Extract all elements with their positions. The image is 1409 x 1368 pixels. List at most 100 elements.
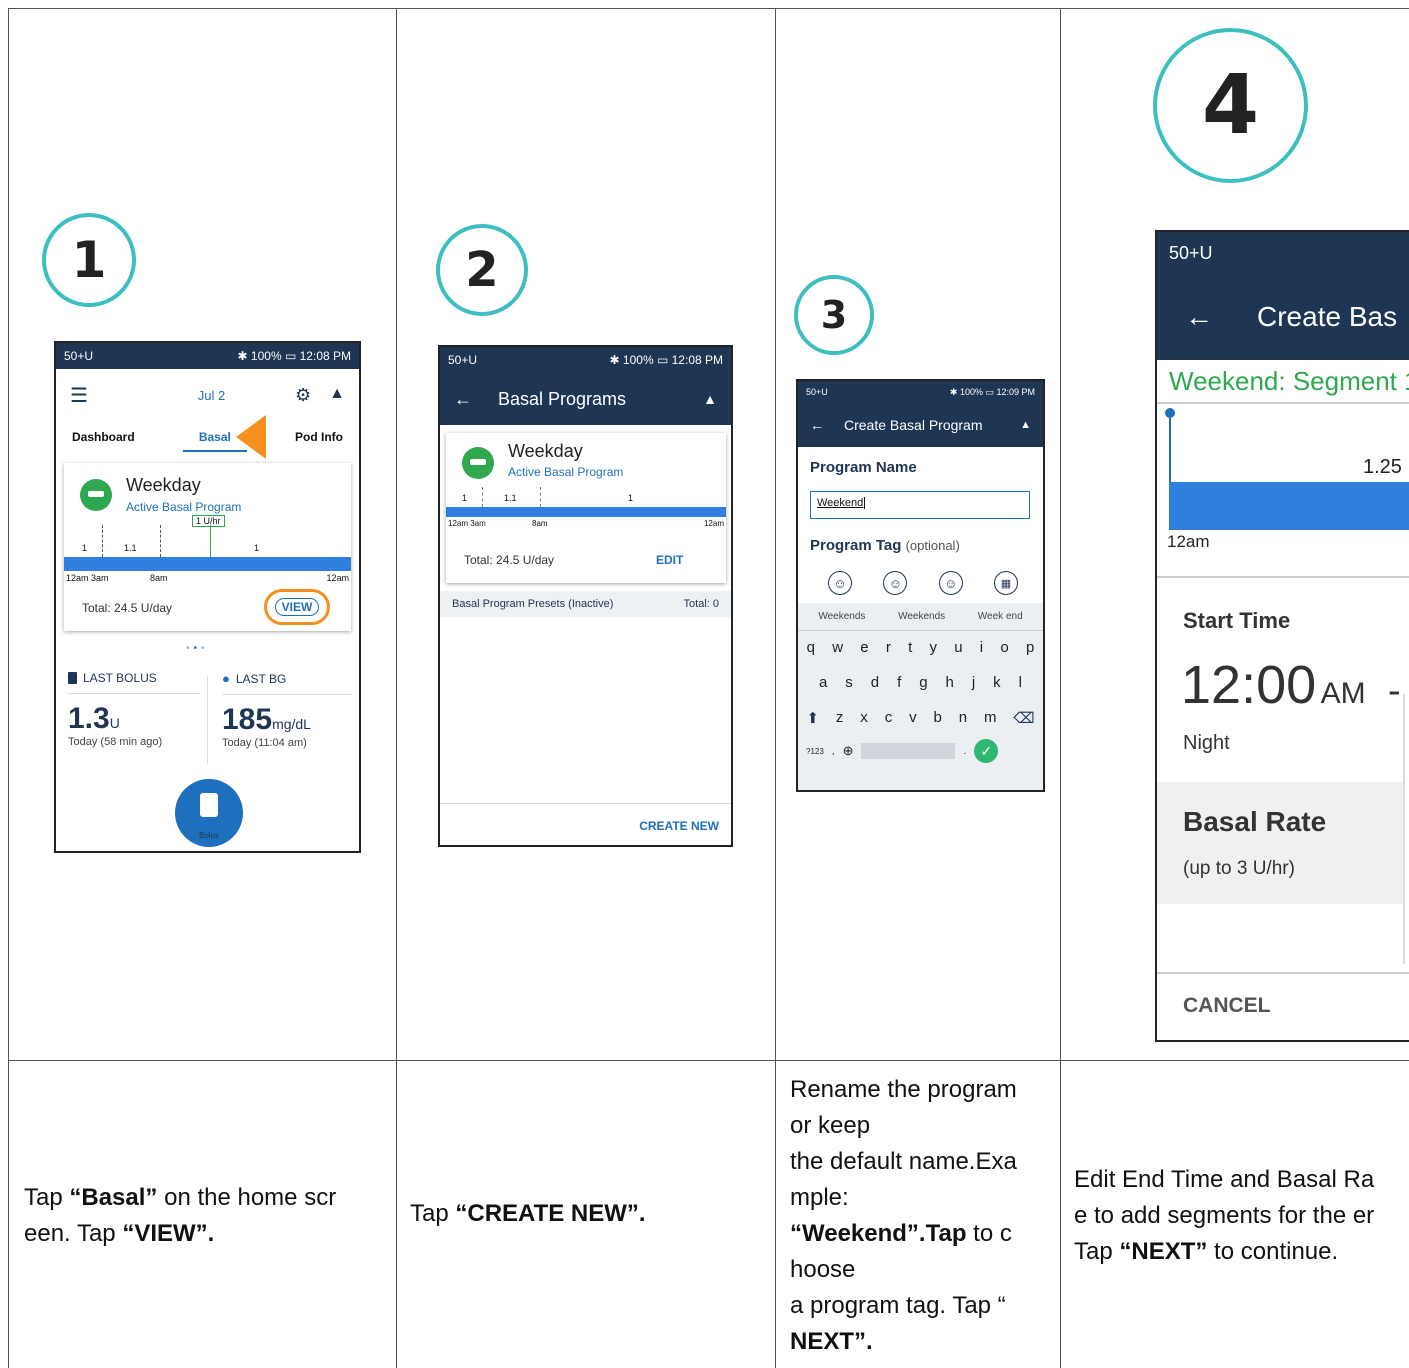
key[interactable]: a — [819, 674, 827, 691]
shift-key-icon[interactable]: ⬆ — [806, 709, 819, 727]
keyboard: Weekends Weekends Week end qwe rtyu io p a s… — [798, 603, 1043, 790]
basal-program-card: Weekday Active Basal Program 1 U/hr 1 1.… — [64, 463, 351, 631]
key[interactable]: g — [919, 674, 927, 691]
phone-screen-basal-programs: 50+U ✱ 100% ▭ 12:08 PM ← Basal Programs … — [438, 345, 733, 847]
key[interactable]: u — [954, 639, 962, 656]
step-3-number: 3 — [794, 275, 874, 355]
bell-icon[interactable]: ▲ — [703, 391, 717, 407]
last-bg-panel: ● LAST BG 185mg/dL Today (11:04 am) — [222, 671, 352, 749]
key[interactable]: k — [993, 674, 1001, 691]
segment-chart-divider — [1157, 576, 1409, 578]
status-right: ✱ 100% ▭ 12:08 PM — [609, 353, 723, 367]
view-button[interactable]: VIEW — [264, 589, 330, 625]
basal-rate-hint: (up to 3 U/hr) — [1183, 858, 1295, 879]
key[interactable]: r — [886, 639, 891, 656]
status-bar: 50+U — [1157, 232, 1409, 274]
key[interactable]: f — [897, 674, 901, 691]
create-new-button[interactable]: CREATE NEW — [639, 819, 719, 833]
key[interactable]: j — [972, 674, 975, 691]
tag-smiley-icon[interactable]: ☺ — [828, 571, 852, 595]
key[interactable]: t — [908, 639, 912, 656]
insulin-vial-icon — [68, 672, 77, 684]
time-label-end: 12am — [703, 519, 724, 528]
last-bolus-unit: U — [109, 715, 120, 731]
pod-status: 50+U — [806, 387, 828, 397]
tag-calendar-icon[interactable]: ▦ — [993, 571, 1018, 595]
bell-icon[interactable]: ▲ — [1020, 419, 1031, 431]
cancel-button[interactable]: CANCEL — [1183, 994, 1271, 1018]
key[interactable]: p — [1026, 639, 1034, 656]
column-divider-1 — [396, 8, 397, 1368]
globe-icon[interactable]: ⊕ — [843, 743, 854, 759]
key[interactable]: m — [984, 709, 997, 727]
menu-icon[interactable]: ☰ — [70, 383, 88, 408]
view-button-label: VIEW — [274, 598, 320, 616]
status-bar: 50+U ✱ 100% ▭ 12:08 PM — [440, 347, 731, 373]
program-name: Weekday — [508, 441, 583, 461]
tab-pod-info[interactable]: Pod Info — [295, 430, 343, 444]
program-tag-title: Program Tag — [810, 537, 902, 554]
suggestion-1[interactable]: Weekends — [818, 611, 865, 622]
key[interactable]: q — [807, 639, 815, 656]
app-bar: ← Basal Programs ▲ — [440, 373, 731, 425]
done-key-icon[interactable]: ✓ — [974, 739, 999, 763]
key[interactable]: w — [832, 639, 843, 656]
step-1-instruction: Tap “Basal” on the home scr een. Tap “VI… — [24, 1184, 337, 1247]
segment-title: Weekend: Segment 1 — [1169, 366, 1409, 396]
back-arrow-icon[interactable]: ← — [454, 389, 472, 410]
suggestion-2[interactable]: Weekends — [898, 611, 945, 622]
key[interactable]: i — [980, 639, 983, 656]
status-bar: 50+U ✱ 100% ▭ 12:09 PM — [798, 381, 1043, 403]
orange-pointer-arrow — [236, 415, 266, 459]
comma-key[interactable]: , — [832, 746, 835, 757]
key[interactable]: n — [959, 709, 967, 727]
time-period-label: Night — [1183, 732, 1230, 754]
key[interactable]: x — [860, 709, 868, 727]
key[interactable]: o — [1000, 639, 1008, 656]
key-row-4: ?123 , ⊕ . ✓ — [798, 739, 1043, 763]
gear-icon[interactable]: ⚙ — [295, 385, 311, 406]
key[interactable]: h — [946, 674, 954, 691]
backspace-key-icon[interactable]: ⌫ — [1013, 709, 1034, 727]
key[interactable]: b — [933, 709, 941, 727]
step-4-number: 4 — [1153, 28, 1308, 183]
symbols-key[interactable]: ?123 — [806, 747, 824, 756]
last-bg-unit: mg/dL — [272, 716, 311, 732]
tag-moon-icon[interactable]: ☺ — [883, 571, 908, 595]
edit-button[interactable]: EDIT — [656, 553, 683, 567]
back-arrow-icon[interactable]: ← — [810, 417, 824, 433]
column-divider-2 — [775, 8, 776, 1368]
tab-dashboard[interactable]: Dashboard — [72, 430, 135, 444]
step-2-instruction: Tap “CREATE NEW”. — [410, 1200, 646, 1227]
tag-happy-icon[interactable]: ☺ — [938, 571, 963, 595]
screen-title: Create Bas — [1257, 301, 1398, 332]
last-bolus-value: 1.3 — [68, 702, 110, 735]
key[interactable]: s — [845, 674, 853, 691]
tag-icons: ☺ ☺ ☺ ▦ — [828, 571, 1018, 595]
bolus-button[interactable]: Bolus — [175, 779, 243, 847]
key[interactable]: z — [836, 709, 844, 727]
program-name: Weekday — [126, 475, 201, 495]
status-right: ✱ 100% ▭ 12:08 PM — [237, 349, 351, 363]
suggestion-bar: Weekends Weekends Week end — [798, 603, 1043, 631]
program-name-field[interactable]: Weekend — [810, 491, 1030, 519]
start-time-ampm: AM — [1320, 677, 1366, 710]
panel-divider — [207, 675, 208, 765]
table-row-divider — [8, 1060, 1409, 1061]
back-arrow-icon[interactable]: ← — [1185, 301, 1213, 333]
period-key[interactable]: . — [963, 746, 966, 757]
suggestion-3[interactable]: Week end — [978, 611, 1023, 622]
key[interactable]: v — [909, 709, 917, 727]
space-bar[interactable] — [861, 743, 956, 759]
key[interactable]: c — [885, 709, 893, 727]
start-time-hour: 12:00 — [1181, 655, 1317, 715]
key[interactable]: e — [860, 639, 868, 656]
key[interactable]: l — [1019, 674, 1022, 691]
key[interactable]: y — [929, 639, 937, 656]
key[interactable]: d — [871, 674, 879, 691]
key-row-2: asdfghjkl — [798, 674, 1043, 691]
bell-icon[interactable]: ▲ — [329, 385, 345, 406]
program-tag-label: Program Tag (optional) — [810, 537, 960, 554]
segment-rate-bar — [1169, 482, 1409, 530]
program-tag-optional: (optional) — [905, 538, 960, 553]
